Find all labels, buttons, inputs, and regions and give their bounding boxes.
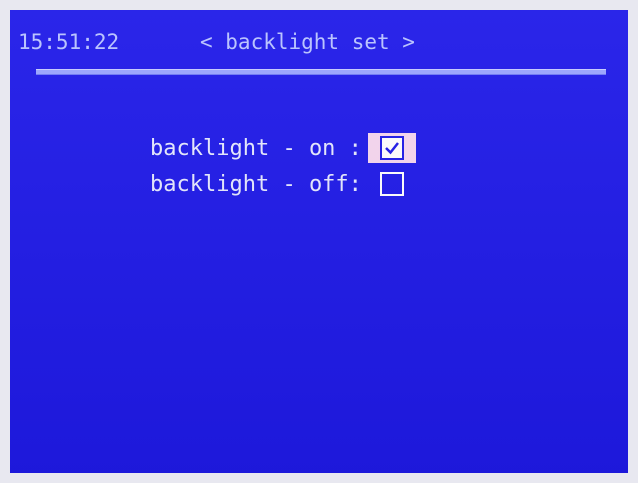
checkbox-focus-highlight[interactable] — [367, 133, 416, 163]
option-backlight-on[interactable]: backlight - on : — [150, 130, 416, 166]
header-divider — [36, 69, 606, 75]
checkbox-empty-icon[interactable] — [379, 172, 404, 196]
checkbox-container[interactable] — [368, 169, 416, 199]
header-bar: 15:51:22 < backlight set > — [10, 10, 628, 70]
device-screen: 15:51:22 < backlight set > backlight - o… — [10, 10, 628, 473]
checkmark-icon — [385, 142, 399, 155]
screen-glare-overlay — [10, 10, 628, 473]
page-title: < backlight set > — [200, 30, 415, 54]
options-list: backlight - on : backlight - off: — [150, 130, 416, 202]
clock-time: 15:51:22 — [18, 30, 120, 54]
option-label: backlight - on : — [150, 135, 362, 161]
option-backlight-off[interactable]: backlight - off: — [150, 166, 416, 202]
checkbox-checked-icon[interactable] — [379, 136, 404, 160]
option-label: backlight - off: — [150, 171, 362, 197]
